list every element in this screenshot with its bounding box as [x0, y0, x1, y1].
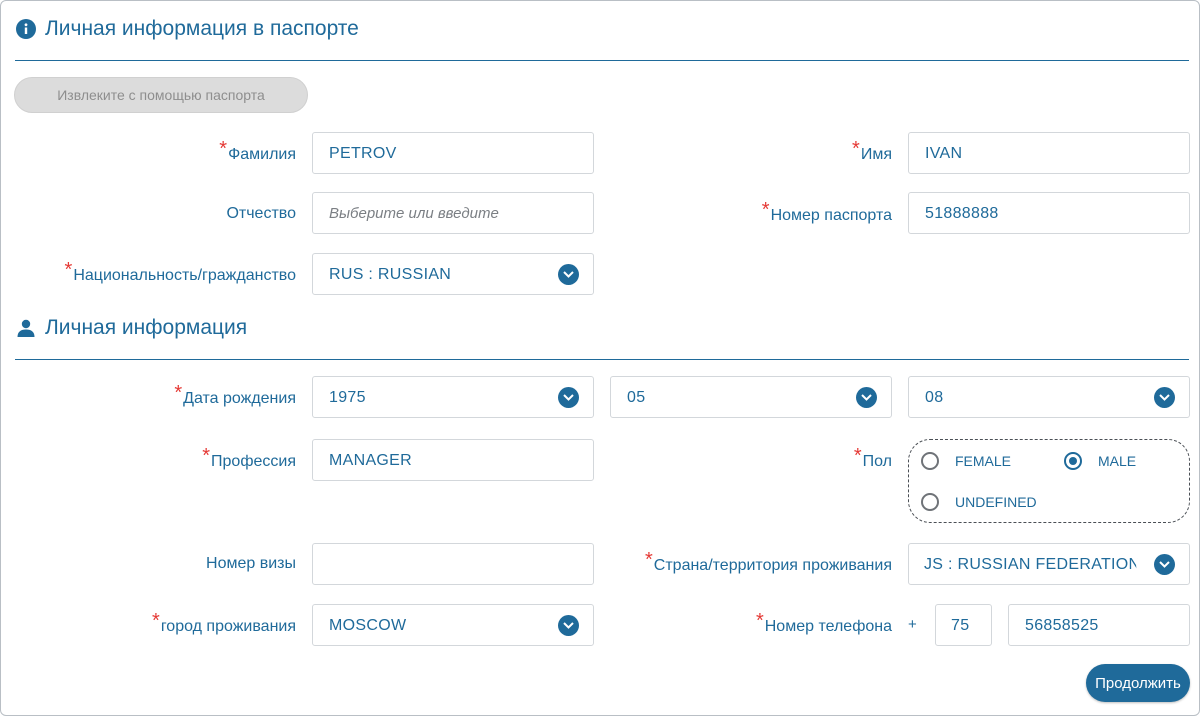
continue-button[interactable]: Продолжить — [1086, 664, 1190, 702]
passport-section-title: Личная информация в паспорте — [16, 13, 359, 45]
gender-label: *Пол — [853, 445, 892, 470]
birth-day-select[interactable]: 08 — [908, 376, 1190, 418]
birth-month-select[interactable]: 05 — [610, 376, 892, 418]
divider — [15, 359, 1189, 360]
nationality-label: *Национальность/гражданство — [64, 259, 296, 284]
patronymic-input[interactable]: Выберите или введите — [312, 192, 594, 234]
surname-input[interactable]: PETROV — [312, 132, 594, 174]
personal-section-title-text: Личная информация — [45, 316, 248, 339]
profession-input[interactable]: MANAGER — [312, 439, 594, 481]
first-name-input[interactable]: IVAN — [908, 132, 1190, 174]
phone-country-code-input[interactable]: 75 — [935, 604, 992, 646]
chevron-down-icon[interactable] — [856, 387, 877, 408]
divider — [15, 60, 1189, 61]
surname-label: *Фамилия — [219, 138, 296, 163]
visa-number-label: Номер визы — [206, 555, 296, 572]
chevron-down-icon[interactable] — [558, 264, 579, 285]
first-name-label: *Имя — [852, 138, 892, 163]
radio-button[interactable] — [921, 493, 939, 511]
extract-from-passport-button[interactable]: Извлеките с помощью паспорта — [14, 77, 308, 113]
chevron-down-icon[interactable] — [1154, 554, 1175, 575]
gender-option-undefined[interactable]: UNDEFINED — [921, 491, 1037, 513]
birth-year-select[interactable]: 1975 — [312, 376, 594, 418]
gender-option-female[interactable]: FEMALE — [921, 450, 1011, 472]
chevron-down-icon[interactable] — [558, 387, 579, 408]
phone-plus-sign: + — [908, 616, 917, 633]
passport-section-title-text: Личная информация в паспорте — [45, 17, 359, 40]
user-icon — [16, 318, 36, 338]
radio-button[interactable] — [921, 452, 939, 470]
patronymic-label: Отчество — [226, 205, 296, 222]
chevron-down-icon[interactable] — [558, 615, 579, 636]
personal-section-title: Личная информация — [16, 312, 247, 344]
residence-city-label: *город проживания — [152, 610, 296, 635]
info-icon — [16, 19, 36, 39]
chevron-down-icon[interactable] — [1154, 387, 1175, 408]
profession-label: *Профессия — [202, 445, 296, 470]
phone-number-input[interactable]: 56858525 — [1008, 604, 1190, 646]
visa-number-input[interactable] — [312, 543, 594, 585]
phone-label: *Номер телефона — [755, 610, 892, 635]
birth-date-label: *Дата рождения — [174, 382, 296, 407]
nationality-select[interactable]: RUS : RUSSIAN — [312, 253, 594, 295]
passport-number-input[interactable]: 51888888 — [908, 192, 1190, 234]
gender-option-male[interactable]: MALE — [1064, 450, 1136, 472]
residence-country-label: *Страна/территория проживания — [644, 549, 892, 574]
passport-number-label: *Номер паспорта — [761, 199, 892, 224]
residence-city-select[interactable]: MOSCOW — [312, 604, 594, 646]
radio-button-selected[interactable] — [1064, 452, 1082, 470]
residence-country-select[interactable]: JS : RUSSIAN FEDERATION — [908, 543, 1190, 585]
